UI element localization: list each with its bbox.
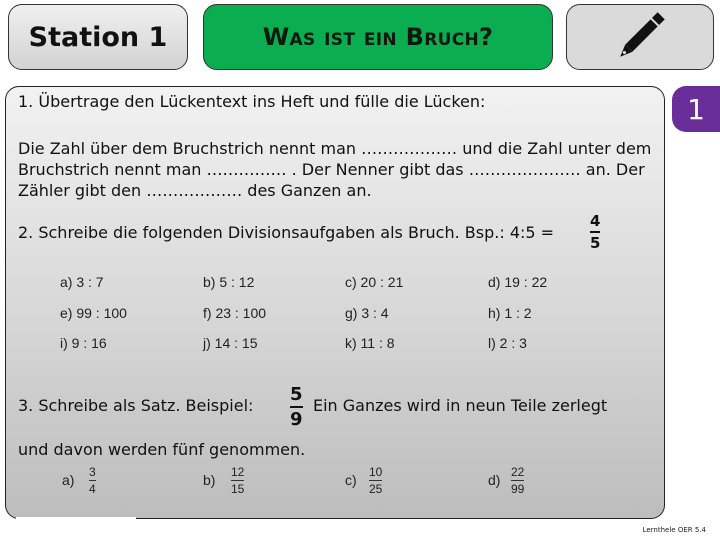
station-text: Station 1: [28, 21, 168, 53]
cloze-line: Zähler gibt den ……………… des Ganzen an.: [18, 181, 372, 200]
numerator: 4: [590, 212, 601, 230]
task3-example-fraction: 5 9: [290, 384, 303, 430]
task3-example-text: Ein Ganzes wird in neun Teile zerlegt: [313, 396, 608, 415]
exercise-item: i) 9 : 16: [60, 335, 107, 351]
denominator: 5: [590, 233, 601, 252]
numerator: 5: [290, 384, 303, 405]
task2-heading: 2. Schreibe die folgenden Divisionsaufga…: [18, 223, 555, 242]
fraction-bar: [89, 480, 96, 481]
exercise-label: b): [203, 472, 216, 488]
denominator: 15: [231, 482, 245, 496]
exercise-item: d) 19 : 22: [488, 274, 548, 290]
station-number-badge: 1: [672, 86, 720, 132]
exercise-item: h) 1 : 2: [488, 305, 532, 321]
task3-example-text-cont: und davon werden fünf genommen.: [18, 440, 306, 459]
exercise-label: c): [345, 472, 357, 488]
exercise-item: e) 99 : 100: [60, 305, 127, 321]
task2-example-fraction: 4 5: [590, 212, 601, 252]
exercise-item: j) 14 : 15: [203, 335, 258, 351]
fraction-bar: [590, 231, 601, 233]
exercise-label: a): [62, 472, 75, 488]
exercise-item: a) 3 : 7: [60, 274, 104, 290]
worksheet-title: Was ist ein Bruch?: [262, 23, 494, 51]
exercise-fraction: 12 15: [231, 465, 245, 496]
denominator: 99: [511, 482, 525, 496]
cloze-line: Bruchstrich nennt man …………… . Der Nenner…: [18, 160, 645, 179]
fraction-bar: [511, 480, 525, 481]
exercise-item: l) 2 : 3: [488, 335, 527, 351]
fraction-bar: [290, 406, 303, 408]
exercise-fraction: 10 25: [369, 465, 383, 496]
exercise-label: d): [488, 472, 501, 488]
exercise-item: g) 3 : 4: [345, 305, 389, 321]
task3-heading: 3. Schreibe als Satz. Beispiel:: [18, 396, 254, 415]
numerator: 10: [369, 465, 383, 479]
footer-credit: Lernthele OER 5.4: [642, 526, 706, 534]
denominator: 9: [290, 408, 303, 430]
denominator: 25: [369, 482, 383, 496]
worksheet-title-box: Was ist ein Bruch?: [203, 4, 553, 70]
station-label: Station 1: [8, 4, 188, 70]
numerator: 12: [231, 465, 245, 479]
pencil-icon-box: [566, 4, 714, 70]
exercise-item: f) 23 : 100: [203, 305, 267, 321]
numerator: 3: [89, 465, 96, 479]
exercise-fraction: 22 99: [511, 465, 525, 496]
exercise-item: b) 5 : 12: [203, 274, 255, 290]
numerator: 22: [511, 465, 525, 479]
cloze-line: Die Zahl über dem Bruchstrich nennt man …: [18, 139, 652, 158]
pencil-icon: [620, 12, 665, 57]
denominator: 4: [89, 482, 96, 496]
exercise-fraction: 3 4: [89, 465, 96, 496]
exercise-item: c) 20 : 21: [345, 274, 404, 290]
exercise-item: k) 11 : 8: [345, 335, 395, 351]
panel-highlight: [16, 517, 136, 519]
fraction-bar: [231, 480, 245, 481]
task1-heading: 1. Übertrage den Lückentext ins Heft und…: [18, 92, 486, 111]
task1-cloze-text: Die Zahl über dem Bruchstrich nennt man …: [18, 138, 651, 201]
fraction-bar: [369, 480, 383, 481]
